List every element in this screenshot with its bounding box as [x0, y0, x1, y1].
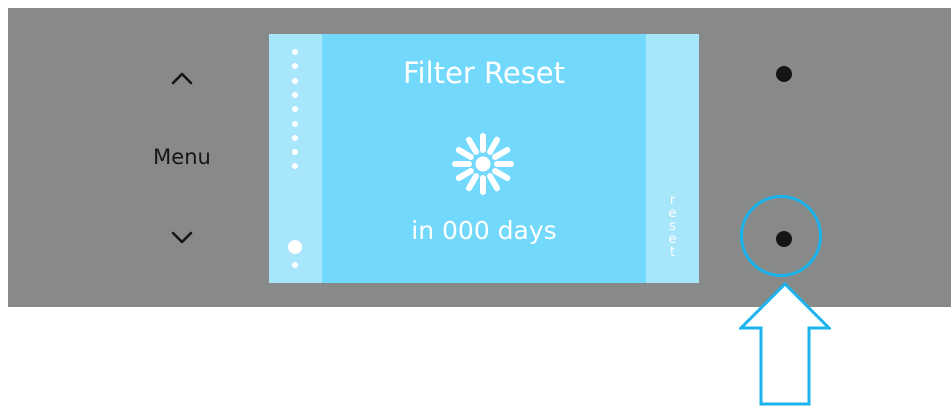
chevron-down-icon	[171, 231, 193, 244]
screen-title: Filter Reset	[402, 56, 566, 90]
page-dot	[292, 120, 298, 127]
filter-blade	[494, 161, 514, 167]
page-dot	[292, 149, 298, 156]
page-dot	[292, 134, 298, 141]
page-dot-active	[288, 240, 302, 254]
filter-blade	[480, 133, 486, 153]
down-button[interactable]	[152, 218, 212, 258]
filter-icon	[452, 133, 514, 195]
reset-letter: t	[669, 245, 676, 260]
filter-blade	[452, 161, 472, 167]
page-dot	[292, 163, 298, 170]
reset-label[interactable]: reset	[646, 194, 699, 259]
page-dot	[292, 91, 298, 98]
page-indicator	[269, 34, 322, 283]
page-dot	[292, 49, 298, 55]
chevron-up-icon	[171, 72, 193, 85]
filter-blade	[480, 175, 486, 195]
page-dot	[292, 77, 298, 84]
reset-softkey[interactable]: reset	[646, 34, 699, 283]
up-button[interactable]	[152, 58, 212, 98]
top-right-button[interactable]	[776, 66, 792, 82]
up-arrow-icon	[739, 282, 831, 406]
display-screen: Filter Reset in 000 days reset	[269, 34, 699, 283]
page-dot	[292, 63, 298, 70]
highlight-ring	[740, 195, 822, 277]
page-dot	[292, 106, 298, 113]
page-dot	[292, 262, 298, 268]
menu-label[interactable]: Menu	[140, 145, 224, 169]
screen-subtitle: in 000 days	[411, 216, 557, 245]
